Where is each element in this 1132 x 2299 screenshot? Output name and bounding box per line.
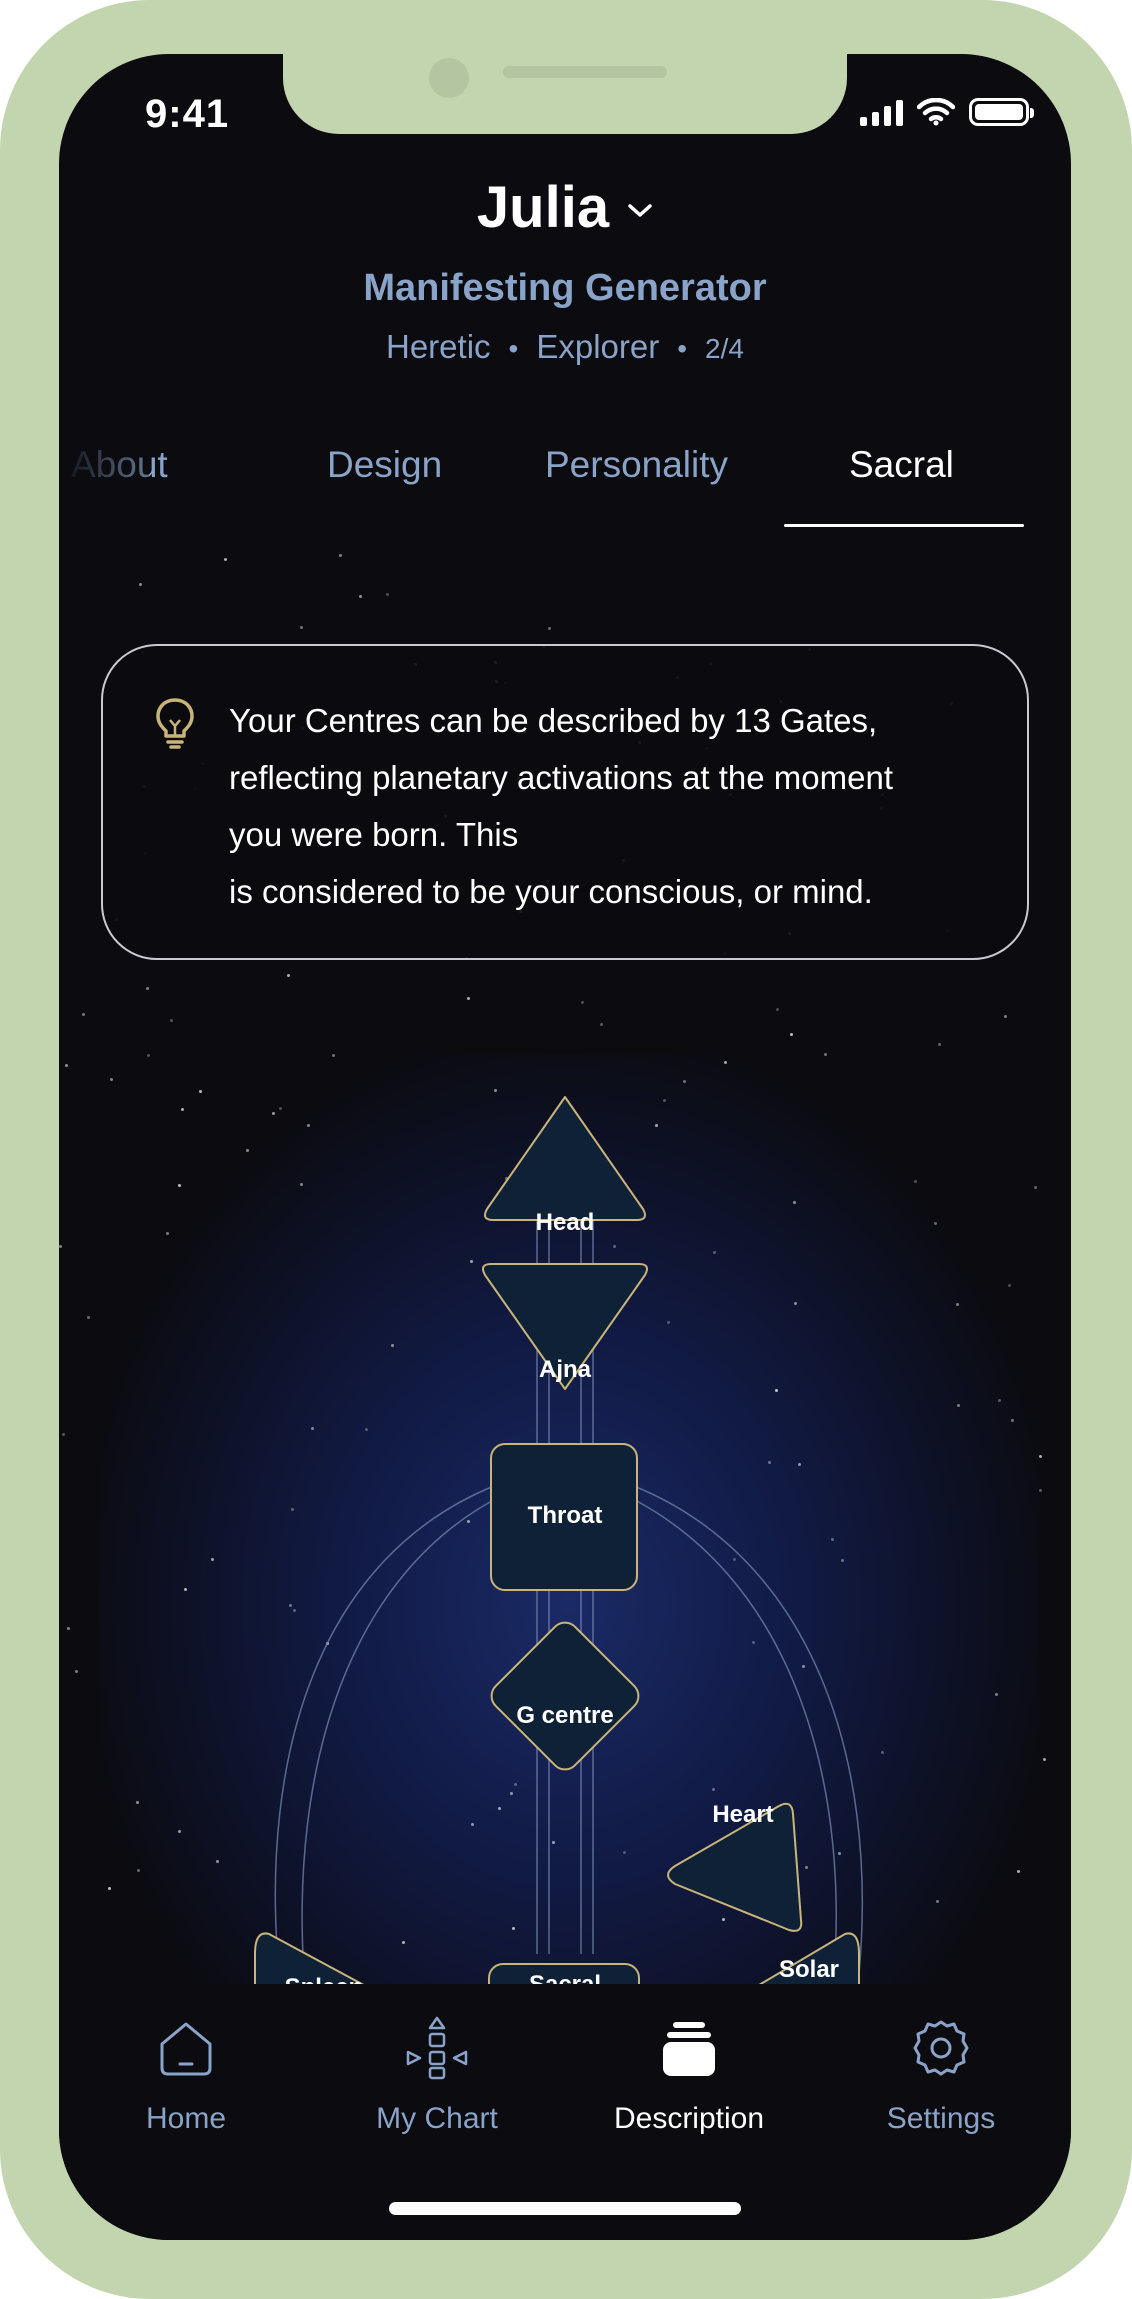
device-frame: 9:41 Julia Manifesting Generator Heretic…	[0, 0, 1132, 2299]
nav-label-home: Home	[145, 2102, 227, 2135]
user-name[interactable]: Julia	[477, 174, 609, 241]
nav-description[interactable]: Description	[569, 2016, 809, 2136]
info-line: is considered to be your conscious, or m…	[229, 873, 873, 910]
home-indicator[interactable]	[389, 2202, 741, 2215]
info-line: you were born. This	[229, 816, 519, 853]
camera-icon	[429, 58, 469, 98]
star-dot	[82, 1013, 85, 1016]
lightbulb-icon	[156, 698, 194, 749]
star-dot	[1004, 1015, 1007, 1018]
profile-number: 2/4	[705, 333, 744, 364]
star-dot	[548, 627, 551, 630]
head-centre[interactable]	[484, 1096, 646, 1221]
status-time: 9:41	[145, 92, 230, 136]
info-card: Your Centres can be described by 13 Gate…	[101, 644, 1029, 960]
star-dot	[776, 1008, 779, 1011]
status-icons	[860, 98, 1034, 126]
energy-type: Manifesting Generator	[363, 267, 767, 309]
active-tab-indicator	[784, 524, 1024, 527]
star-dot	[287, 974, 290, 977]
profile-line: Heretic • Explorer • 2/4	[59, 328, 1071, 366]
star-dot	[300, 626, 303, 629]
tab-bar: About Design Personality Sacral	[59, 444, 1071, 534]
home-icon	[160, 2022, 212, 2076]
profile-word-2: Explorer	[536, 328, 660, 365]
centre-label-ajna: Ajna	[538, 1356, 591, 1383]
g-centre[interactable]	[486, 1617, 644, 1775]
separator-dot: •	[508, 333, 519, 364]
tab-personality[interactable]: Personality	[545, 444, 728, 486]
user-switcher[interactable]: Julia	[59, 174, 1071, 241]
tab-sacral[interactable]: Sacral	[849, 444, 954, 486]
centre-label-solar: Solar	[778, 1956, 840, 1983]
nav-settings[interactable]: Settings	[821, 2016, 1061, 2136]
chart-shapes-icon	[406, 2016, 468, 2080]
centre-label-heart: Heart	[712, 1801, 774, 1828]
info-line: reflecting planetary activations at the …	[229, 759, 894, 796]
tab-design[interactable]: Design	[327, 444, 442, 486]
profile-word-1: Heretic	[386, 328, 491, 365]
cellular-signal-icon	[860, 98, 903, 126]
nav-home[interactable]: Home	[66, 2016, 306, 2136]
star-dot	[790, 1033, 793, 1036]
star-dot	[339, 554, 342, 557]
star-dot	[146, 987, 149, 990]
centre-label-throat: Throat	[527, 1502, 603, 1529]
separator-dot: •	[677, 333, 688, 364]
nav-my-chart[interactable]: My Chart	[317, 2016, 557, 2136]
cards-stack-icon	[663, 2022, 715, 2076]
star-dot	[359, 595, 362, 598]
chevron-down-icon[interactable]	[627, 203, 653, 219]
star-dot	[938, 1043, 941, 1046]
star-dot	[170, 1019, 173, 1022]
tab-scroll-fade	[59, 444, 149, 514]
profile-header: Julia Manifesting Generator Heretic • Ex…	[59, 174, 1071, 366]
star-dot	[139, 583, 142, 586]
star-dot	[224, 558, 227, 561]
star-dot	[581, 1001, 584, 1004]
star-dot	[386, 593, 389, 596]
gear-icon	[913, 2020, 969, 2076]
battery-icon	[969, 98, 1034, 126]
speaker-grille	[503, 66, 667, 78]
star-dot	[600, 1023, 603, 1026]
star-dot	[467, 997, 470, 1000]
device-notch	[283, 54, 847, 134]
wifi-icon	[917, 98, 955, 126]
centre-label-g-centre: G centre	[516, 1702, 614, 1729]
nav-label-description: Description	[613, 2102, 765, 2135]
centre-label-head: Head	[535, 1209, 595, 1236]
nav-label-my-chart: My Chart	[376, 2102, 498, 2135]
info-line: Your Centres can be described by 13 Gate…	[229, 702, 878, 739]
nav-label-settings: Settings	[886, 2102, 996, 2135]
info-text: Your Centres can be described by 13 Gate…	[229, 692, 989, 920]
phone-screen: 9:41 Julia Manifesting Generator Heretic…	[59, 54, 1071, 2240]
